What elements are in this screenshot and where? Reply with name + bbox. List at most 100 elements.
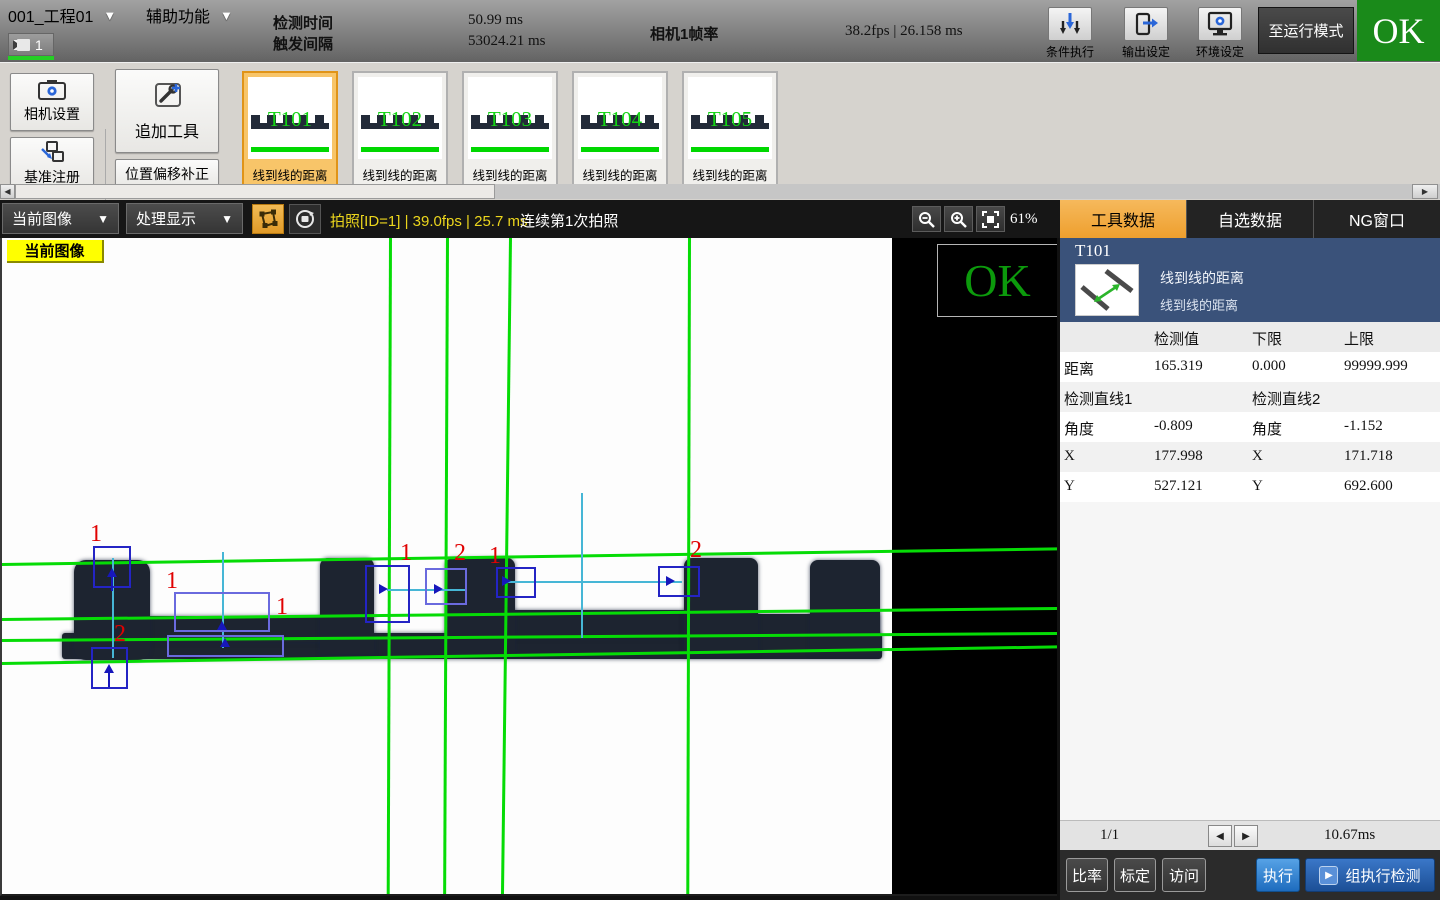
image-source-value: 当前图像 [12, 208, 72, 229]
tool-thumb-label: 线到线的距离 [574, 165, 666, 184]
tab-custom-data[interactable]: 自选数据 [1186, 200, 1313, 238]
run-mode-label: 至运行模式 [1268, 20, 1343, 41]
tool-thumb-T105[interactable]: T105 线到线的距离 [682, 71, 778, 189]
calibrate-button[interactable]: 标定 [1114, 858, 1156, 892]
table-row-line-headers: 检测直线1 检测直线2 [1060, 382, 1440, 412]
add-tool-button[interactable]: 追加工具 [115, 69, 219, 153]
page-indicator: 1/1 [1100, 827, 1119, 844]
camera-tab-1[interactable]: 1 [8, 33, 54, 56]
group-execute-button[interactable]: ▶ 组执行检测 [1305, 858, 1435, 892]
distance-value: 165.319 [1154, 358, 1203, 375]
roi-box[interactable] [365, 565, 410, 623]
reference-register-button[interactable]: 基准注册 [10, 137, 94, 191]
current-image-tag: 当前图像 [7, 240, 104, 263]
tool-thumb-T104[interactable]: T104 线到线的距离 [572, 71, 668, 189]
edge-number-label: 1 [90, 521, 102, 548]
camera-gear-icon [38, 80, 66, 100]
tab-tool-data[interactable]: 工具数据 [1060, 200, 1186, 238]
access-button[interactable]: 访问 [1162, 858, 1206, 892]
image-source-select[interactable]: 当前图像 ▼ [2, 203, 119, 234]
roi-box[interactable] [658, 566, 700, 597]
output-settings-button[interactable] [1124, 7, 1168, 41]
monitor-gear-icon [1207, 11, 1233, 37]
scrollbar-thumb[interactable] [15, 184, 495, 199]
zoom-fit-button[interactable] [976, 206, 1005, 232]
project-name: 001_工程01 [8, 3, 93, 27]
position-offset-label: 位置偏移补正 [125, 164, 209, 184]
col-lower: 下限 [1252, 328, 1282, 349]
environment-settings-button[interactable] [1198, 7, 1242, 41]
tab-ng-window[interactable]: NG窗口 [1313, 200, 1440, 238]
camera-setup-button[interactable]: 相机设置 [10, 73, 94, 131]
next-page-button[interactable]: ▶ [1234, 825, 1258, 847]
tool-thumb-image: T103 [468, 77, 552, 159]
chevron-down-icon: ▼ [220, 8, 233, 23]
roi-polygon-icon [258, 209, 278, 229]
aux-menu-label: 辅助功能 [146, 3, 210, 27]
table-row-distance: 距离 165.319 0.000 99999.999 [1060, 352, 1440, 382]
line2-angle: -1.152 [1344, 418, 1383, 435]
result-box: OK [937, 244, 1057, 317]
overlay-toggle-button[interactable] [252, 204, 284, 234]
chevron-down-icon: ▼ [221, 212, 233, 226]
edge-direction-arrow-icon [434, 584, 443, 594]
distance-upper: 99999.999 [1344, 358, 1408, 375]
scan-line [581, 493, 583, 638]
scroll-right-button[interactable]: ▶ [1412, 184, 1438, 199]
camera-image-view[interactable]: OK [0, 238, 1057, 896]
execute-button[interactable]: 执行 [1256, 858, 1300, 892]
line2-y: 692.600 [1344, 478, 1393, 495]
trigger-interval-label: 触发间隔 [273, 33, 333, 54]
top-bar: 001_工程01 ▼ 辅助功能 ▼ 1 检测时间 触发间隔 50.99 ms 5… [0, 0, 1440, 62]
ratio-button[interactable]: 比率 [1066, 858, 1108, 892]
distance-lower: 0.000 [1252, 358, 1286, 375]
detect-time-label: 检测时间 [273, 12, 333, 33]
project-select[interactable]: 001_工程01 ▼ [2, 2, 122, 28]
line2-x: 171.718 [1344, 448, 1393, 465]
line1-header: 检测直线1 [1064, 388, 1132, 409]
result-text: OK [964, 254, 1030, 307]
camera-rate-value: 38.2fps | 26.158 ms [845, 23, 963, 40]
prev-page-button[interactable]: ◀ [1208, 825, 1232, 847]
continuous-capture-button[interactable] [289, 204, 321, 234]
zoom-out-icon [918, 211, 935, 228]
roi-box[interactable] [425, 568, 467, 605]
tool-thumb-id: T104 [578, 107, 662, 132]
condition-branch-icon [1057, 11, 1083, 37]
tool-thumb-id: T103 [468, 107, 552, 132]
zoom-in-button[interactable] [944, 206, 973, 232]
tool-header: T101 线到线的距离 线到线的距离 [1060, 238, 1440, 322]
display-mode-select[interactable]: 处理显示 ▼ [126, 203, 243, 234]
line2-header: 检测直线2 [1252, 388, 1320, 409]
col-detected: 检测值 [1154, 328, 1199, 349]
right-arrow-icon: ▶ [1422, 187, 1428, 196]
zoom-out-button[interactable] [912, 206, 941, 232]
capture-loop-icon [295, 209, 315, 229]
aux-menu-select[interactable]: 辅助功能 ▼ [140, 2, 239, 28]
play-icon: ▶ [1319, 866, 1338, 885]
run-mode-button[interactable]: 至运行模式 [1258, 7, 1354, 54]
edge-direction-arrow-icon [502, 576, 511, 586]
condition-execute-label: 条件执行 [1032, 43, 1108, 60]
scroll-left-button[interactable]: ◀ [0, 184, 15, 199]
tool-thumb-label: 线到线的距离 [244, 165, 336, 184]
trigger-interval-value: 53024.21 ms [468, 33, 546, 50]
work-toolbar: 相机设置 基准注册 追加工具 位置偏移补正 [0, 62, 1440, 200]
tool-thumb-image: T104 [578, 77, 662, 159]
tool-thumb-image: T105 [688, 77, 772, 159]
condition-execute-button[interactable] [1048, 7, 1092, 41]
edge-number-label: 2 [690, 537, 702, 564]
global-status-badge: OK [1357, 0, 1440, 61]
left-arrow-icon: ◀ [4, 187, 10, 196]
image-black-margin [892, 238, 1057, 896]
line1-angle: -0.809 [1154, 418, 1193, 435]
camera-tab-active-indicator [8, 56, 54, 60]
tool-thumb-T103[interactable]: T103 线到线的距离 [462, 71, 558, 189]
tool-thumb-T101[interactable]: T101 线到线的距离 [242, 71, 338, 189]
fit-screen-icon [982, 211, 999, 228]
zoom-in-icon [950, 211, 967, 228]
global-status-text: OK [1373, 10, 1425, 52]
edge-number-label: 2 [114, 621, 126, 648]
output-settings-label: 输出设定 [1108, 43, 1184, 60]
tool-thumb-T102[interactable]: T102 线到线的距离 [352, 71, 448, 189]
